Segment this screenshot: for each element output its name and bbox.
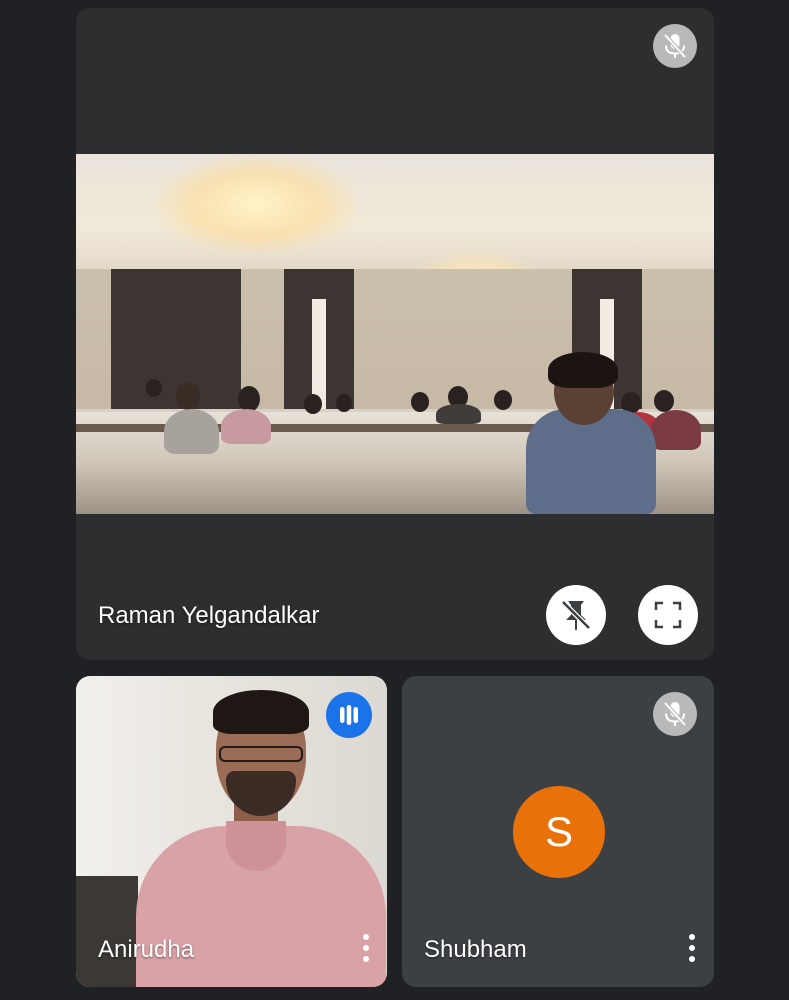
audience-person (146, 379, 162, 397)
mic-off-icon (653, 692, 697, 736)
video-pillar (111, 269, 241, 409)
video-pillar-light (312, 299, 326, 409)
participant-video-lecture-hall (76, 154, 714, 514)
video-light (156, 154, 356, 254)
anirudha-hair (213, 690, 309, 734)
mic-off-icon (653, 24, 697, 68)
unpin-button[interactable] (546, 585, 606, 645)
speaking-indicator-icon (326, 692, 372, 738)
participant-name: Anirudha (98, 936, 195, 963)
meeting-grid: Raman Yelgandalkar Anirudha S Shubham (0, 0, 789, 1000)
participant-tile-shubham[interactable]: S Shubham (402, 676, 714, 987)
participant-tile-anirudha[interactable]: Anirudha (76, 676, 387, 987)
avatar: S (513, 786, 605, 878)
audience-person (176, 382, 200, 410)
audience-person (651, 410, 701, 450)
more-options-button[interactable] (682, 930, 702, 966)
video-pillar (284, 269, 354, 409)
audience-person (411, 392, 429, 412)
audience-person (221, 409, 271, 444)
fullscreen-button[interactable] (638, 585, 698, 645)
audience-person (436, 404, 481, 424)
audience-person (494, 390, 512, 410)
audience-person (654, 390, 674, 412)
unpin-icon (546, 600, 606, 649)
anirudha-glasses (219, 746, 303, 762)
video-background-door (76, 876, 138, 987)
presenter-body (526, 409, 656, 514)
fullscreen-icon (638, 601, 698, 649)
audience-person (164, 409, 219, 454)
audience-person (238, 386, 260, 412)
audience-person (304, 394, 322, 414)
more-options-button[interactable] (356, 930, 376, 966)
participant-name: Shubham (424, 936, 527, 963)
participant-name: Raman Yelgandalkar (98, 602, 320, 629)
audience-person (336, 394, 352, 412)
presenter-hair (548, 352, 618, 388)
participant-tile-main[interactable]: Raman Yelgandalkar (76, 8, 714, 660)
